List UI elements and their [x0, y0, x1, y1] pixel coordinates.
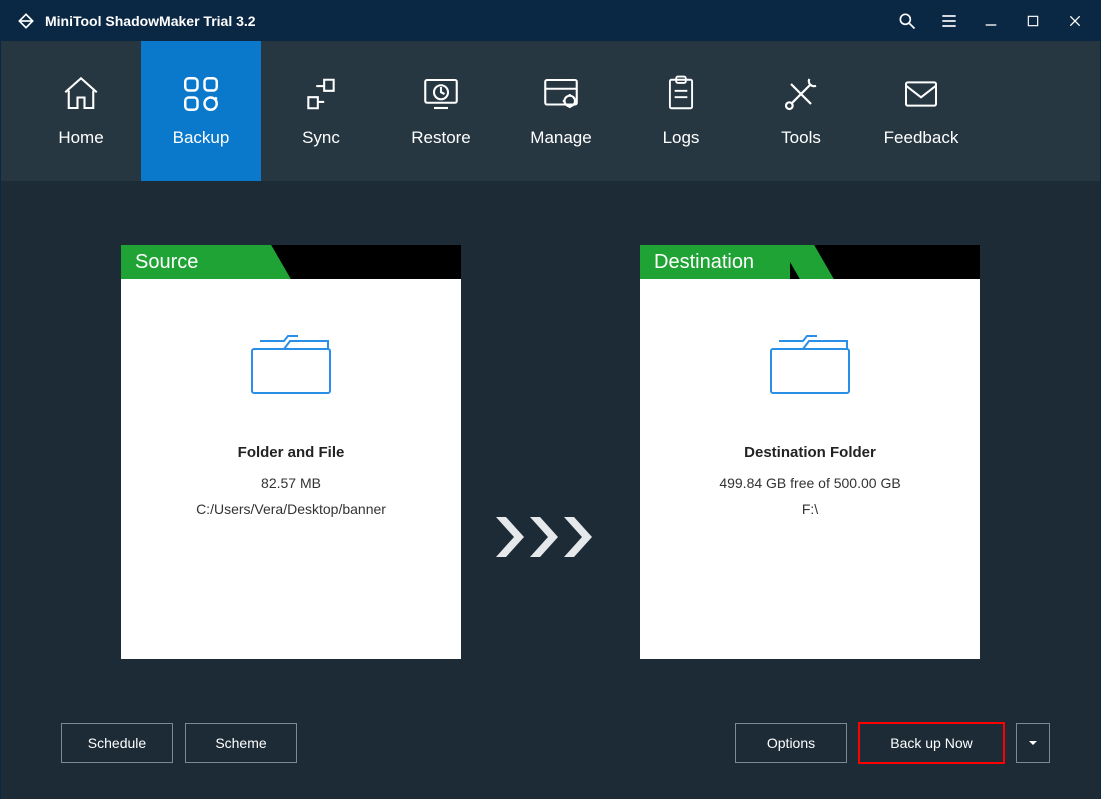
source-card-wrap: Source Folder and File 82.57 MB C:/Users… [121, 245, 461, 659]
cards-row: Source Folder and File 82.57 MB C:/Users… [121, 245, 980, 659]
nav-label: Backup [173, 128, 230, 148]
source-card-header: Source [121, 245, 461, 279]
destination-card-header: Destination [640, 245, 980, 279]
nav-manage[interactable]: Manage [501, 41, 621, 181]
destination-card-wrap: Destination Destination Folder 499.84 GB… [640, 245, 980, 659]
content-area: Source Folder and File 82.57 MB C:/Users… [1, 181, 1100, 799]
close-icon[interactable] [1064, 10, 1086, 32]
options-button[interactable]: Options [735, 723, 847, 763]
logs-icon [662, 74, 700, 114]
destination-card[interactable]: Destination Folder 499.84 GB free of 500… [640, 279, 980, 659]
nav-tools[interactable]: Tools [741, 41, 861, 181]
tools-icon [781, 74, 821, 114]
destination-path: F:\ [802, 501, 818, 517]
nav-logs[interactable]: Logs [621, 41, 741, 181]
destination-free: 499.84 GB free of 500.00 GB [719, 475, 900, 491]
schedule-button[interactable]: Schedule [61, 723, 173, 763]
restore-icon [420, 74, 462, 114]
nav-label: Tools [781, 128, 821, 148]
sync-icon [302, 74, 340, 114]
nav-home[interactable]: Home [21, 41, 141, 181]
main-nav: Home Backup Sync Restore Manage [1, 41, 1100, 181]
source-title: Folder and File [238, 444, 345, 461]
home-icon [60, 74, 102, 114]
nav-label: Restore [411, 128, 471, 148]
nav-backup[interactable]: Backup [141, 41, 261, 181]
title-bar-controls [896, 10, 1086, 32]
nav-label: Home [58, 128, 103, 148]
feedback-icon [901, 74, 941, 114]
app-title: MiniTool ShadowMaker Trial 3.2 [45, 13, 256, 29]
minimize-icon[interactable] [980, 10, 1002, 32]
nav-label: Feedback [884, 128, 959, 148]
source-size: 82.57 MB [261, 475, 321, 491]
menu-icon[interactable] [938, 10, 960, 32]
maximize-icon[interactable] [1022, 10, 1044, 32]
nav-label: Manage [530, 128, 591, 148]
nav-label: Sync [302, 128, 340, 148]
app-logo-icon [15, 10, 37, 32]
folder-icon [765, 329, 855, 404]
folder-icon [246, 329, 336, 404]
source-path: C:/Users/Vera/Desktop/banner [196, 501, 386, 517]
left-button-group: Schedule Scheme [61, 723, 297, 763]
backup-now-dropdown[interactable] [1016, 723, 1050, 763]
nav-restore[interactable]: Restore [381, 41, 501, 181]
backup-icon [180, 74, 222, 114]
search-icon[interactable] [896, 10, 918, 32]
nav-sync[interactable]: Sync [261, 41, 381, 181]
caret-down-icon [1027, 737, 1039, 749]
app-window: MiniTool ShadowMaker Trial 3.2 [0, 0, 1101, 798]
source-heading: Source [121, 245, 271, 279]
nav-label: Logs [663, 128, 700, 148]
backup-now-button[interactable]: Back up Now [859, 723, 1004, 763]
scheme-button[interactable]: Scheme [185, 723, 297, 763]
source-card[interactable]: Folder and File 82.57 MB C:/Users/Vera/D… [121, 279, 461, 659]
arrows-icon [496, 517, 606, 557]
bottom-bar: Schedule Scheme Options Back up Now [61, 723, 1050, 763]
manage-icon [540, 74, 582, 114]
destination-heading: Destination [640, 245, 790, 279]
right-button-group: Options Back up Now [735, 723, 1050, 763]
destination-title: Destination Folder [744, 444, 876, 461]
nav-feedback[interactable]: Feedback [861, 41, 981, 181]
title-bar: MiniTool ShadowMaker Trial 3.2 [1, 1, 1100, 41]
title-bar-left: MiniTool ShadowMaker Trial 3.2 [15, 10, 256, 32]
